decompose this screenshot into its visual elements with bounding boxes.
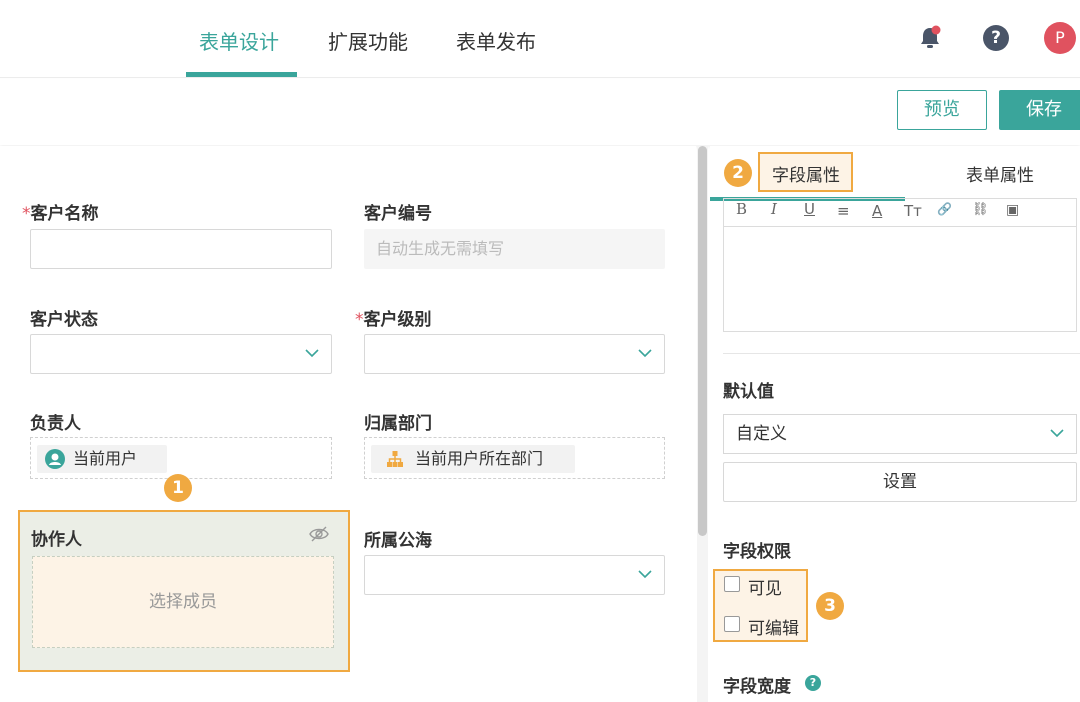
chevron-down-icon bbox=[1050, 429, 1064, 438]
tab-field-properties[interactable]: 字段属性 bbox=[772, 161, 840, 186]
underline-icon[interactable]: U bbox=[804, 200, 815, 218]
field-permission-label: 字段权限 bbox=[723, 542, 791, 562]
chevron-down-icon bbox=[305, 349, 319, 358]
bell-icon[interactable] bbox=[917, 25, 943, 51]
user-icon bbox=[45, 449, 65, 469]
chevron-down-icon bbox=[638, 349, 652, 358]
annotation-badge-1: 1 bbox=[164, 474, 192, 502]
customer-status-select[interactable] bbox=[30, 334, 332, 374]
collaborator-field-selected[interactable]: 协作人 选择成员 bbox=[18, 510, 350, 672]
font-color-icon[interactable]: A bbox=[872, 202, 882, 220]
visible-checkbox[interactable] bbox=[724, 576, 740, 592]
customer-name-input[interactable] bbox=[30, 229, 332, 269]
customer-no-label: 客户编号 bbox=[364, 204, 432, 224]
tab-form-properties[interactable]: 表单属性 bbox=[966, 161, 1034, 186]
editable-checkbox[interactable] bbox=[724, 616, 740, 632]
form-scrollbar[interactable] bbox=[697, 146, 708, 702]
visible-label: 可见 bbox=[748, 579, 782, 599]
link-icon[interactable]: 🔗 bbox=[937, 202, 952, 216]
image-icon[interactable]: ▣ bbox=[1006, 202, 1019, 218]
customer-level-select[interactable] bbox=[364, 334, 665, 374]
customer-name-label: *客户名称 bbox=[22, 204, 99, 224]
toolbar: 预览 保存 bbox=[0, 79, 1080, 145]
help-icon[interactable]: ? bbox=[983, 25, 1009, 51]
top-nav: 表单设计 扩展功能 表单发布 ? P bbox=[0, 0, 1080, 78]
tab-form-publish[interactable]: 表单发布 bbox=[456, 26, 536, 55]
field-width-label: 字段宽度 bbox=[723, 677, 791, 697]
section-divider bbox=[723, 353, 1080, 354]
avatar[interactable]: P bbox=[1044, 22, 1076, 54]
customer-no-input: 自动生成无需填写 bbox=[364, 229, 665, 269]
tab-form-design[interactable]: 表单设计 bbox=[199, 26, 279, 55]
editor-toolbar: B I U ≡ A Tт 🔗 ⛓ ▣ bbox=[724, 199, 1076, 227]
set-default-button[interactable]: 设置 bbox=[723, 462, 1077, 502]
annotation-badge-3: 3 bbox=[816, 592, 844, 620]
org-chart-icon bbox=[387, 451, 403, 467]
department-field[interactable]: 当前用户所在部门 bbox=[364, 437, 665, 479]
bold-icon[interactable]: B bbox=[736, 200, 747, 218]
scrollbar-thumb[interactable] bbox=[698, 146, 707, 536]
help-icon[interactable]: ? bbox=[805, 675, 821, 691]
default-value-select[interactable]: 自定义 bbox=[723, 414, 1077, 454]
customer-status-label: 客户状态 bbox=[30, 310, 98, 330]
description-editor[interactable]: B I U ≡ A Tт 🔗 ⛓ ▣ bbox=[723, 198, 1077, 332]
form-canvas: *客户名称 客户编号 自动生成无需填写 客户状态 *客户级别 负责人 当前用户 … bbox=[0, 146, 696, 702]
owner-chip[interactable]: 当前用户 bbox=[37, 445, 167, 473]
public-sea-label: 所属公海 bbox=[364, 531, 432, 551]
default-value-label: 默认值 bbox=[723, 382, 774, 402]
annotation-badge-2: 2 bbox=[724, 159, 752, 187]
collaborator-label: 协作人 bbox=[31, 530, 82, 550]
align-icon[interactable]: ≡ bbox=[837, 202, 850, 220]
public-sea-select[interactable] bbox=[364, 555, 665, 595]
eye-off-icon[interactable] bbox=[308, 525, 330, 543]
owner-label: 负责人 bbox=[30, 414, 81, 434]
editable-label: 可编辑 bbox=[748, 619, 799, 639]
select-members-placeholder[interactable]: 选择成员 bbox=[32, 556, 334, 648]
save-button[interactable]: 保存 bbox=[999, 90, 1080, 130]
tab-extensions[interactable]: 扩展功能 bbox=[328, 26, 408, 55]
font-size-icon[interactable]: Tт bbox=[904, 202, 922, 220]
unlink-icon[interactable]: ⛓ bbox=[972, 202, 989, 217]
customer-level-label: *客户级别 bbox=[355, 310, 432, 330]
preview-button[interactable]: 预览 bbox=[897, 90, 987, 130]
department-label: 归属部门 bbox=[364, 414, 432, 434]
italic-icon[interactable]: I bbox=[771, 200, 777, 218]
properties-panel: 2 字段属性 表单属性 B I U ≡ A Tт 🔗 ⛓ ▣ 默认值 自定义 设… bbox=[710, 146, 1080, 702]
owner-field[interactable]: 当前用户 bbox=[30, 437, 332, 479]
chevron-down-icon bbox=[638, 570, 652, 579]
department-chip[interactable]: 当前用户所在部门 bbox=[371, 445, 575, 473]
active-tab-indicator bbox=[186, 72, 297, 77]
